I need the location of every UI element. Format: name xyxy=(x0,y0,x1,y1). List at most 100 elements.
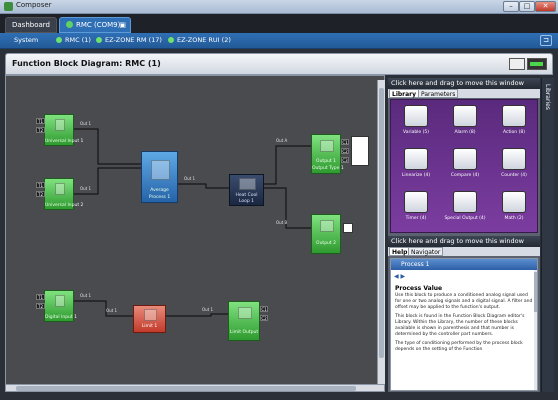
tab-dashboard-label: Dashboard xyxy=(12,21,50,29)
right-panel: Click here and drag to move this window … xyxy=(388,78,540,392)
library-item-alarm[interactable]: Alarm (8) xyxy=(443,103,487,143)
block-label: Universal Input 2 xyxy=(45,203,84,208)
scroll-thumb[interactable] xyxy=(534,272,537,312)
back-icon[interactable]: ◀ xyxy=(394,273,399,280)
toolbar-settings-icon[interactable]: ⊐ xyxy=(540,35,552,46)
heat-cool-loop-block[interactable]: Heat Cool Loop 1 xyxy=(229,174,264,206)
scroll-thumb[interactable] xyxy=(379,88,384,358)
zoom-slider-icon[interactable] xyxy=(527,58,547,70)
library-item-label: Timer (4) xyxy=(405,216,427,221)
library-drag-bar[interactable]: Click here and drag to move this window xyxy=(388,78,540,89)
block-sublabel: Process 1 xyxy=(148,195,171,200)
help-drag-bar[interactable]: Click here and drag to move this window xyxy=(388,236,540,247)
input-port[interactable]: T1 xyxy=(36,182,45,188)
tab-library[interactable]: Library xyxy=(389,89,420,98)
library-item-timer[interactable]: Timer (4) xyxy=(394,189,438,229)
device-rmc[interactable]: RMC (1) xyxy=(56,36,91,44)
tab-parameters[interactable]: Parameters xyxy=(418,89,459,98)
input-port[interactable]: T1 xyxy=(36,118,45,124)
wire-label: Out 1 xyxy=(106,308,118,313)
library-item-variable[interactable]: Variable (5) xyxy=(394,103,438,143)
library-item-compare[interactable]: Compare (4) xyxy=(443,146,487,186)
device-status-icon xyxy=(66,21,73,28)
library-item-special-output[interactable]: Special Output (4) xyxy=(443,189,487,229)
output-terminal xyxy=(343,223,353,233)
library-item-math[interactable]: Math (2) xyxy=(492,189,536,229)
diagram-header: Function Block Diagram: RMC (1) xyxy=(5,53,553,75)
minimize-button[interactable]: – xyxy=(503,1,519,12)
input-port[interactable]: T2 xyxy=(36,127,45,133)
libraries-side-tab[interactable]: Libraries xyxy=(541,78,554,392)
library-item-linearize[interactable]: Linearize (4) xyxy=(394,146,438,186)
diagram-canvas[interactable]: Universal Input 1 T1 T2 Universal Input … xyxy=(5,75,385,392)
tab-close-icon[interactable]: ▣ xyxy=(119,18,126,33)
device-rui-label: EZ-ZONE RUI (2) xyxy=(177,36,231,44)
zoom-level-bar xyxy=(530,62,543,66)
block-label: Output 2 xyxy=(316,241,336,246)
tab-dashboard[interactable]: Dashboard xyxy=(5,17,57,33)
output-port[interactable]: C1 xyxy=(260,306,268,312)
special-output-icon xyxy=(453,191,477,213)
input-port[interactable]: T1 xyxy=(36,294,45,300)
input-port[interactable]: T2 xyxy=(36,191,45,197)
canvas-vertical-scrollbar[interactable] xyxy=(377,80,385,384)
output-port[interactable]: C1 xyxy=(341,139,349,145)
math-icon xyxy=(502,191,526,213)
library-item-label: Linearize (4) xyxy=(401,173,431,178)
output-block-2[interactable]: Output 2 xyxy=(311,214,341,254)
help-tabs: Help Navigator xyxy=(388,247,540,256)
device-ez-zone-rm[interactable]: EZ-ZONE RM (17) xyxy=(96,36,162,44)
wire-label: Out 1 xyxy=(202,307,214,312)
page-view-icon[interactable] xyxy=(509,58,525,70)
output-block-1[interactable]: Output 1 Output Type 1 xyxy=(311,134,344,174)
wire-label: Out 1 xyxy=(80,293,92,298)
tab-navigator[interactable]: Navigator xyxy=(408,247,444,256)
analog-input-block-2[interactable]: Universal Input 2 xyxy=(44,178,84,210)
thermometer-icon xyxy=(55,295,65,307)
relay-icon xyxy=(320,140,334,152)
block-label: Heat Cool xyxy=(235,193,258,198)
thermometer-icon xyxy=(55,183,65,195)
window-title: Composer xyxy=(16,1,52,9)
library-item-action[interactable]: Action (8) xyxy=(492,103,536,143)
online-dot-icon xyxy=(96,37,102,43)
help-body: Use this block to produce a conditioned … xyxy=(395,293,533,356)
output-port[interactable]: C2 xyxy=(260,315,268,321)
digital-input-block[interactable]: Digital Input 1 xyxy=(44,290,77,322)
help-paragraph: Use this block to produce a conditioned … xyxy=(395,293,533,310)
wire-label: Out 1 xyxy=(80,121,92,126)
snowflake-flame-icon xyxy=(239,178,256,190)
analog-input-block-1[interactable]: Universal Input 1 xyxy=(44,114,83,146)
help-paragraph: The type of conditioning performed by th… xyxy=(395,341,523,352)
wire-label: Out 1 xyxy=(184,176,196,181)
forward-icon[interactable]: ▶ xyxy=(401,273,406,280)
maximize-button[interactable]: □ xyxy=(519,1,535,12)
tab-rmc[interactable]: RMC (COM9) ▣ xyxy=(59,17,131,33)
process-average-block[interactable]: Average Process 1 xyxy=(141,151,178,203)
limit-block[interactable]: Limit 1 xyxy=(133,305,166,333)
output-port[interactable]: C2 xyxy=(341,148,349,154)
device-ez-zone-rui[interactable]: EZ-ZONE RUI (2) xyxy=(168,36,231,44)
online-dot-icon xyxy=(168,37,174,43)
block-label: Digital Input 1 xyxy=(45,315,77,320)
device-rmc-label: RMC (1) xyxy=(65,36,91,44)
help-paragraph: This block is found in the Function Bloc… xyxy=(395,314,525,337)
device-bar: System RMC (1) EZ-ZONE RM (17) EZ-ZONE R… xyxy=(0,33,558,49)
wire xyxy=(74,128,141,165)
window-title-bar[interactable]: Composer – □ ✕ xyxy=(0,0,558,14)
help-scrollbar[interactable] xyxy=(534,270,537,390)
canvas-horizontal-scrollbar[interactable] xyxy=(5,384,385,392)
block-label: Limit 1 xyxy=(141,324,158,329)
input-port[interactable]: T2 xyxy=(36,303,45,309)
average-icon xyxy=(151,160,170,180)
limit-output-block[interactable]: Limit Output xyxy=(228,301,260,341)
scroll-thumb[interactable] xyxy=(16,386,356,391)
output-port[interactable]: C3 xyxy=(341,157,349,163)
library-item-counter[interactable]: Counter (4) xyxy=(492,146,536,186)
device-rm-label: EZ-ZONE RM (17) xyxy=(105,36,162,44)
wire xyxy=(264,145,311,185)
close-button[interactable]: ✕ xyxy=(535,1,556,12)
block-label: Average xyxy=(150,188,169,193)
device-system[interactable]: System xyxy=(14,36,38,44)
relay-icon xyxy=(238,307,252,319)
